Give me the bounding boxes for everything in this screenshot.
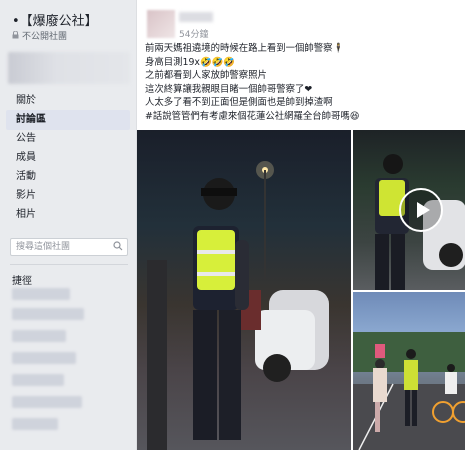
shortcut-item[interactable] bbox=[12, 330, 66, 342]
post-line: 這次終算讓我親眼目睹一個帥哥警察了❤ bbox=[145, 83, 313, 95]
post-line: 人太多了看不到正面但是側面也是帥到掉渣啊 bbox=[145, 97, 333, 108]
shortcut-item[interactable] bbox=[12, 374, 64, 386]
post-line: 前兩天媽祖遶境的時候在路上看到一個帥警察🕴 bbox=[145, 43, 345, 54]
nav-events[interactable]: 活動 bbox=[6, 167, 130, 187]
nav-about[interactable]: 關於 bbox=[6, 91, 130, 111]
group-post: 54分鐘 前兩天媽祖遶境的時候在路上看到一個帥警察🕴 身高目測19x🤣🤣🤣 之前… bbox=[136, 0, 465, 450]
nav-videos[interactable]: 影片 bbox=[6, 186, 130, 206]
nav-photos[interactable]: 相片 bbox=[6, 205, 130, 225]
group-search-input[interactable]: 搜尋這個社團 bbox=[10, 238, 128, 256]
sidebar-divider bbox=[10, 264, 128, 265]
nav-announcements[interactable]: 公告 bbox=[6, 129, 130, 149]
photo-grid bbox=[137, 130, 465, 450]
shortcut-item[interactable] bbox=[12, 308, 84, 320]
nav-members[interactable]: 成員 bbox=[6, 148, 130, 168]
nav-discussion[interactable]: 討論區 bbox=[6, 110, 130, 130]
avatar[interactable] bbox=[147, 10, 175, 38]
group-title[interactable]: •【爆廢公社】 bbox=[12, 10, 98, 29]
group-sidebar: •【爆廢公社】 不公開社團 關於 討論區 公告 成員 活動 影片 相片 搜尋這個… bbox=[0, 0, 134, 450]
photo-police-officer[interactable] bbox=[137, 130, 351, 450]
lock-icon bbox=[12, 30, 19, 42]
shortcut-item[interactable] bbox=[12, 288, 70, 300]
privacy-label: 不公開社團 bbox=[12, 29, 67, 42]
shortcuts-title: 捷徑 bbox=[12, 276, 32, 287]
video-thumbnail[interactable] bbox=[353, 130, 465, 290]
search-placeholder: 搜尋這個社團 bbox=[16, 242, 71, 252]
author-name[interactable] bbox=[179, 12, 213, 22]
post-hashtag-line[interactable]: #話說管管們有考慮來個花蓮公社網羅全台帥哥嗎😆 bbox=[145, 110, 461, 124]
post-line: 身高目測19x🤣🤣🤣 bbox=[145, 56, 235, 68]
post-line: 之前都看到人家放帥警察照片 bbox=[145, 70, 267, 81]
play-icon[interactable] bbox=[399, 188, 443, 232]
photo-street-scene[interactable] bbox=[353, 292, 465, 450]
shortcut-item[interactable] bbox=[12, 396, 82, 408]
shortcut-item[interactable] bbox=[12, 352, 76, 364]
shortcut-item[interactable] bbox=[12, 418, 58, 430]
privacy-text: 不公開社團 bbox=[22, 32, 68, 42]
search-icon[interactable] bbox=[113, 241, 123, 251]
post-timestamp[interactable]: 54分鐘 bbox=[179, 27, 208, 40]
post-body: 前兩天媽祖遶境的時候在路上看到一個帥警察🕴 身高目測19x🤣🤣🤣 之前都看到人家… bbox=[145, 42, 461, 123]
blurred-group-info bbox=[8, 52, 130, 84]
